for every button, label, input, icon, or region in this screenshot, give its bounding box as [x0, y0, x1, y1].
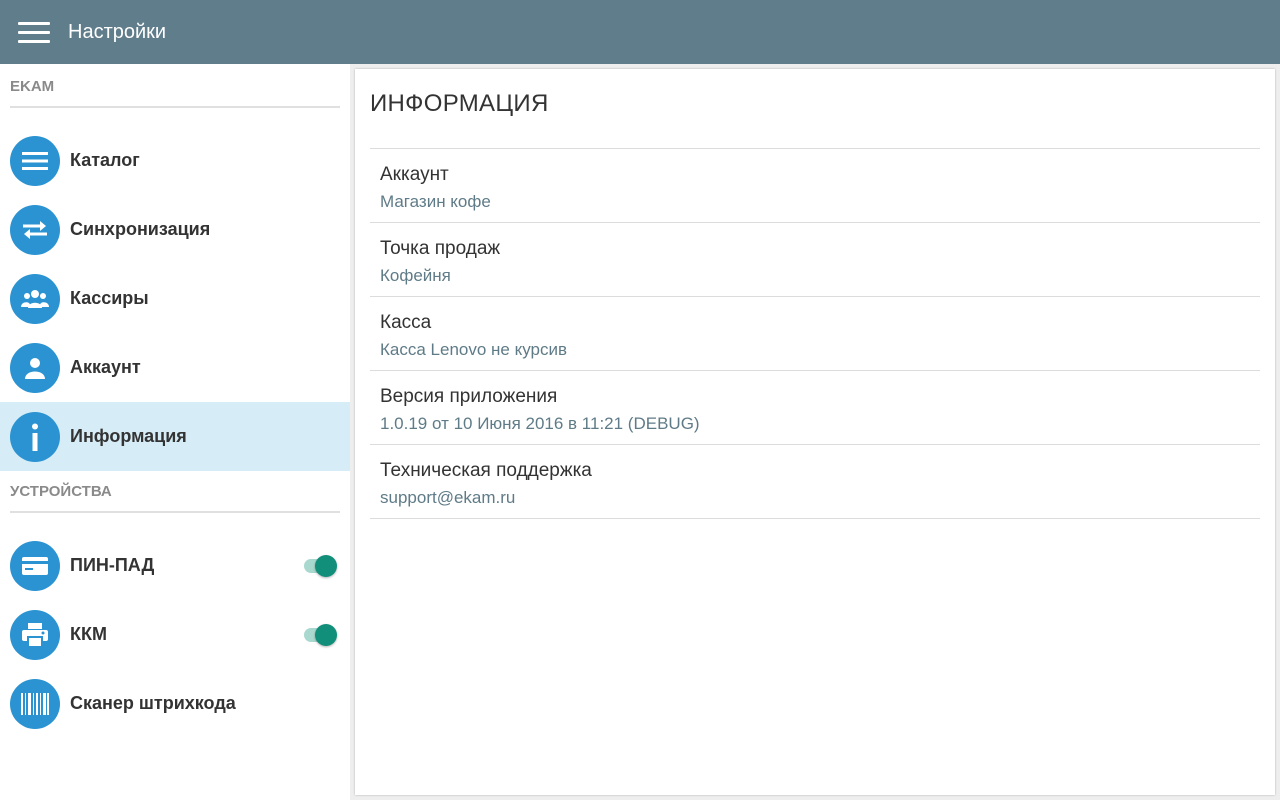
info-icon: [10, 411, 60, 462]
app-title: Настройки: [68, 20, 167, 43]
person-icon: [10, 342, 60, 393]
sidebar-item-info[interactable]: Информация: [0, 402, 350, 471]
page-title: ИНФОРМАЦИЯ: [370, 90, 549, 117]
hamburger-menu-icon[interactable]: [18, 14, 54, 50]
group-icon: [10, 273, 60, 324]
sidebar-item-label: Аккаунт: [70, 357, 141, 377]
list-icon: [10, 135, 60, 186]
app-bar: Настройки: [0, 0, 1280, 64]
info-label: Касса: [380, 312, 432, 333]
info-row-account[interactable]: Аккаунт Магазин кофе: [370, 149, 1260, 223]
sidebar-item-catalog[interactable]: Каталог: [0, 126, 350, 195]
info-value: 1.0.19 от 10 Июня 2016 в 11:21 (DEBUG): [380, 414, 700, 433]
info-row-support[interactable]: Техническая поддержка support@ekam.ru: [370, 445, 1260, 519]
info-value: support@ekam.ru: [380, 488, 516, 507]
info-row-app-version[interactable]: Версия приложения 1.0.19 от 10 Июня 2016…: [370, 371, 1260, 445]
sidebar-item-scanner[interactable]: Сканер штрихкода: [0, 669, 350, 738]
sidebar-item-label: ПИН-ПАД: [70, 555, 155, 575]
pinpad-toggle[interactable]: [304, 554, 338, 577]
info-label: Версия приложения: [380, 386, 558, 407]
section-header-devices: УСТРОЙСТВА: [10, 483, 112, 500]
sidebar-item-label: ККМ: [70, 624, 107, 644]
info-value: Касса Lenovo не курсив: [380, 340, 568, 359]
info-label: Аккаунт: [380, 164, 449, 185]
info-row-point-of-sale[interactable]: Точка продаж Кофейня: [370, 223, 1260, 297]
sidebar-item-label: Сканер штрихкода: [70, 693, 236, 713]
info-value: Магазин кофе: [380, 192, 491, 211]
info-panel: ИНФОРМАЦИЯ Аккаунт Магазин кофе Точка пр…: [355, 69, 1275, 795]
kkm-toggle[interactable]: [304, 623, 338, 646]
info-value: Кофейня: [380, 266, 451, 285]
sidebar-item-sync[interactable]: Синхронизация: [0, 195, 350, 264]
sidebar-item-label: Кассиры: [70, 288, 149, 308]
sync-arrows-icon: [10, 204, 60, 255]
sidebar-item-label: Синхронизация: [70, 219, 211, 239]
printer-icon: [10, 609, 60, 660]
info-label: Точка продаж: [380, 238, 501, 259]
card-icon: [10, 540, 60, 591]
barcode-icon: [10, 678, 60, 729]
sidebar-item-kkm[interactable]: ККМ: [0, 600, 350, 669]
info-list: Аккаунт Магазин кофе Точка продаж Кофейн…: [370, 148, 1260, 519]
sidebar-item-label: Каталог: [70, 150, 140, 170]
sidebar-item-account[interactable]: Аккаунт: [0, 333, 350, 402]
sidebar-item-pinpad[interactable]: ПИН-ПАД: [0, 531, 350, 600]
info-label: Техническая поддержка: [380, 460, 592, 481]
sidebar: EKAM Каталог Синхронизация Кассиры Аккау…: [0, 64, 350, 800]
sidebar-item-label: Информация: [70, 426, 187, 446]
info-row-register[interactable]: Касса Касса Lenovo не курсив: [370, 297, 1260, 371]
sidebar-item-cashiers[interactable]: Кассиры: [0, 264, 350, 333]
section-header-ekam: EKAM: [10, 78, 55, 95]
